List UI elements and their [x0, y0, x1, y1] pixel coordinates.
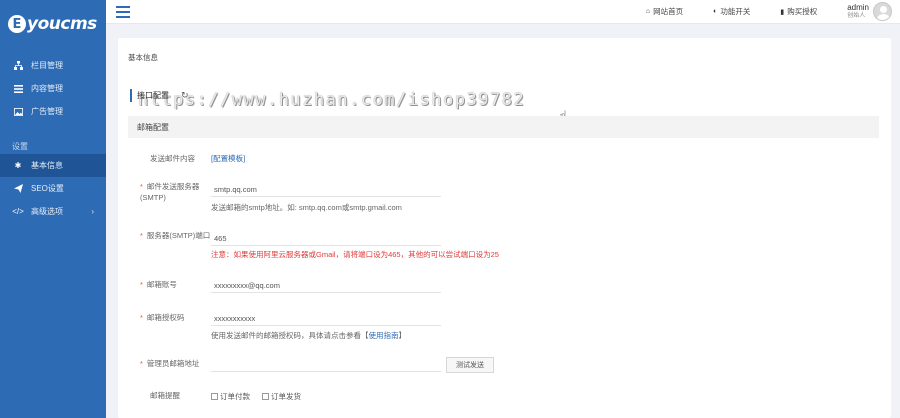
required-icon: * [140, 313, 143, 322]
home-icon: ⌂ [645, 8, 651, 15]
notify-label: 邮箱提醒 [150, 391, 180, 400]
send-icon [12, 184, 24, 194]
gear-icon: ✱ [14, 161, 22, 170]
admin-email-input[interactable] [211, 357, 441, 372]
sidebar-item-ads[interactable]: 广告管理 [0, 100, 106, 123]
required-icon: * [140, 182, 143, 191]
subtab-indicator [130, 89, 132, 102]
feature-switch-label: 功能开关 [720, 7, 751, 16]
chevron-right-icon: › [91, 207, 94, 216]
topbar-actions: ⌂ 网站首页 ◐ 功能开关 ▮ 购买授权 admin 创始人 [646, 0, 900, 24]
smtp-server-hint: 发送邮箱的smtp地址。如: smtp.qq.com或smtp.gmail.co… [211, 203, 402, 212]
admin-email-label-text: 管理员邮箱地址 [146, 359, 200, 368]
toggle-icon: ◐ [713, 8, 718, 15]
feature-switch-link[interactable]: ◐ 功能开关 [713, 6, 750, 17]
watermark: https://www.huzhan.com/ishop39782 [138, 90, 526, 110]
buy-license-link[interactable]: ▮ 购买授权 [780, 6, 817, 17]
sitemap-icon [12, 61, 24, 71]
auth-code-hint: 使用发送邮件的邮箱授权码，具体请点击参看【使用指南】 [211, 330, 406, 341]
avatar[interactable] [873, 2, 892, 21]
sidebar-item-content[interactable]: 内容管理 [0, 77, 106, 100]
sidebar-nav: 栏目管理 内容管理 广告管理 [0, 54, 106, 123]
configure-template-link[interactable]: [配置模板] [211, 153, 245, 164]
notify-order-shipped-label: 订单发货 [271, 392, 301, 401]
buy-license-label: 购买授权 [787, 7, 818, 16]
user-name: admin [847, 2, 869, 12]
template-label: 发送邮件内容 [150, 154, 195, 163]
notify-order-paid-label: 订单付款 [220, 392, 250, 401]
sidebar-item-label: 内容管理 [31, 84, 63, 93]
sidebar-item-basic-info[interactable]: ✱ 基本信息 [0, 154, 106, 177]
test-send-button[interactable]: 测试发送 [446, 357, 494, 373]
usage-guide-link[interactable]: 使用指南 [369, 331, 399, 340]
sidebar-item-label: 基本信息 [31, 161, 63, 170]
auth-code-input[interactable]: xxxxxxxxxxx [211, 311, 441, 326]
list-icon [12, 84, 24, 94]
smtp-port-label: * 服务器(SMTP)端口 [140, 230, 214, 241]
bookmark-icon: ▮ [780, 8, 785, 16]
checkbox-icon [211, 393, 218, 400]
sidebar-item-advanced[interactable]: </> 高级选项 › [0, 200, 106, 223]
subtab-interface-config: 接口配置 ↻ [130, 89, 189, 102]
required-icon: * [140, 231, 143, 240]
smtp-server-input[interactable]: smtp.qq.com [211, 182, 441, 197]
home-link[interactable]: ⌂ 网站首页 [646, 6, 683, 17]
smtp-server-label-text: 邮件发送服务器(SMTP) [140, 182, 200, 202]
sidebar-item-label: SEO设置 [31, 184, 64, 193]
smtp-server-label: * 邮件发送服务器(SMTP) [140, 181, 218, 203]
sidebar-settings-nav: ✱ 基本信息 SEO设置 </> 高级选项 › [0, 154, 106, 223]
smtp-port-label-text: 服务器(SMTP)端口 [146, 231, 211, 240]
account-label: * 邮箱账号 [140, 279, 177, 290]
admin-email-label: * 管理员邮箱地址 [140, 358, 199, 369]
sidebar-group-settings: 设置 [12, 141, 28, 151]
sidebar-item-label: 高级选项 [31, 207, 63, 216]
user-role: 创始人 [847, 12, 866, 19]
code-icon: </> [12, 207, 24, 216]
smtp-port-warning: 注意：如果使用阿里云服务器或Gmail，请将端口设为465，其他的可以尝试端口设… [211, 250, 499, 259]
auth-code-hint-suffix: 】 [398, 331, 407, 340]
notify-order-paid-checkbox[interactable]: 订单付款 [211, 391, 250, 402]
auth-code-hint-text: 使用发送邮件的邮箱授权码，具体请点击参看【 [211, 331, 369, 340]
logo-text: youcms [27, 14, 97, 34]
image-icon [12, 107, 24, 117]
checkbox-icon [262, 393, 269, 400]
tab-basic-info[interactable]: 基本信息 [128, 52, 158, 63]
auth-code-label: * 邮箱授权码 [140, 312, 184, 323]
sidebar-item-columns[interactable]: 栏目管理 [0, 54, 106, 77]
topbar: ⌂ 网站首页 ◐ 功能开关 ▮ 购买授权 admin 创始人 [106, 0, 900, 24]
menu-toggle-icon[interactable] [116, 5, 130, 18]
user-info: admin 创始人 [847, 2, 869, 20]
sidebar-item-label: 广告管理 [31, 107, 63, 116]
required-icon: * [140, 280, 143, 289]
smtp-port-input[interactable]: 465 [211, 231, 441, 246]
home-link-label: 网站首页 [653, 7, 684, 16]
logo[interactable]: E youcms [0, 0, 106, 48]
account-input[interactable]: xxxxxxxxx@qq.com [211, 278, 441, 293]
auth-code-label-text: 邮箱授权码 [146, 313, 185, 322]
sidebar-item-label: 栏目管理 [31, 61, 63, 70]
subtab-label[interactable]: 接口配置 [137, 90, 169, 101]
main-card: 基本信息 https://www.huzhan.com/ishop39782 ☝… [118, 38, 891, 418]
sidebar-item-seo[interactable]: SEO设置 [0, 177, 106, 200]
logo-mark: E [8, 15, 26, 33]
notify-order-shipped-checkbox[interactable]: 订单发货 [262, 391, 301, 402]
account-label-text: 邮箱账号 [146, 280, 177, 289]
required-icon: * [140, 359, 143, 368]
user-menu[interactable]: admin 创始人 [847, 2, 892, 21]
sidebar: E youcms 栏目管理 内容管理 广告管理 设置 ✱ 基本信息 SEO设置 … [0, 0, 106, 418]
refresh-icon[interactable]: ↻ [181, 90, 189, 101]
section-title: 邮箱配置 [128, 116, 879, 138]
settings-tabs: 基本信息 [128, 52, 198, 63]
